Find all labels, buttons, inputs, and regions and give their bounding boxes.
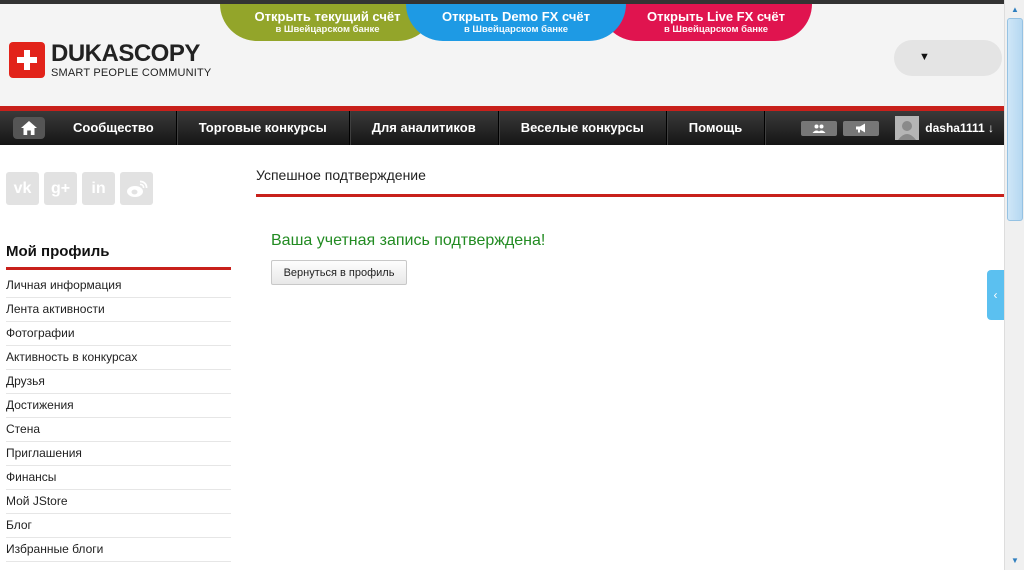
menu-item-contest-activity[interactable]: Активность в конкурсах — [6, 346, 231, 370]
back-to-profile-button[interactable]: Вернуться в профиль — [271, 260, 407, 285]
nav-help[interactable]: Помощь — [667, 111, 766, 145]
logo-name: DUKASCOPY — [51, 40, 200, 67]
friends-icon — [812, 124, 826, 133]
home-button[interactable] — [0, 111, 58, 145]
profile-menu: Личная информация Лента активности Фотог… — [6, 274, 231, 562]
user-avatar[interactable] — [895, 116, 920, 140]
vk-icon[interactable]: vk — [6, 172, 39, 205]
dukascopy-logo[interactable]: DUKASCOPY SMART PEOPLE COMMUNITY — [9, 42, 211, 79]
menu-item-photos[interactable]: Фотографии — [6, 322, 231, 346]
menu-item-blog[interactable]: Блог — [6, 514, 231, 538]
notifications-button[interactable] — [843, 120, 880, 136]
language-select[interactable]: ▼ — [894, 40, 1002, 76]
nav-community[interactable]: Сообщество — [58, 111, 177, 145]
menu-item-jstore[interactable]: Мой JStore — [6, 490, 231, 514]
nav-fun-contests[interactable]: Веселые конкурсы — [499, 111, 667, 145]
chevron-left-icon: ‹ — [993, 288, 998, 302]
social-links: vk g+ in — [6, 172, 158, 205]
menu-item-friends[interactable]: Друзья — [6, 370, 231, 394]
nav-for-analysts[interactable]: Для аналитиков — [350, 111, 499, 145]
google-plus-icon[interactable]: g+ — [44, 172, 77, 205]
menu-item-achievements[interactable]: Достижения — [6, 394, 231, 418]
nav-trading-contests[interactable]: Торговые конкурсы — [177, 111, 350, 145]
scroll-down-icon[interactable]: ▼ — [1007, 552, 1023, 568]
avatar-icon — [895, 116, 920, 140]
page-scrollbar[interactable]: ▲ ▼ — [1004, 0, 1024, 570]
open-current-account-button[interactable]: Открыть текущий счёт в Швейцарском банке — [220, 4, 435, 41]
weibo-icon[interactable] — [120, 172, 153, 205]
linkedin-icon[interactable]: in — [82, 172, 115, 205]
scroll-up-icon[interactable]: ▲ — [1007, 1, 1023, 17]
home-icon — [21, 121, 37, 135]
menu-item-invitations[interactable]: Приглашения — [6, 442, 231, 466]
page-title: Успешное подтверждение — [256, 167, 426, 183]
dropdown-arrow-icon: ▼ — [919, 51, 930, 63]
menu-item-activity-feed[interactable]: Лента активности — [6, 298, 231, 322]
side-panel-toggle[interactable]: ‹ — [987, 270, 1004, 320]
username-menu[interactable]: dasha1111 ↓ — [925, 121, 994, 135]
open-demo-fx-button[interactable]: Открыть Demo FX счёт в Швейцарском банке — [406, 4, 626, 41]
profile-section-title: Мой профиль — [6, 243, 110, 260]
menu-item-wall[interactable]: Стена — [6, 418, 231, 442]
friends-button[interactable] — [801, 120, 838, 136]
scrollbar-thumb[interactable] — [1007, 18, 1023, 221]
menu-item-finances[interactable]: Финансы — [6, 466, 231, 490]
megaphone-icon — [856, 123, 866, 133]
page-title-underline — [256, 194, 1004, 197]
logo-cross-icon — [9, 42, 45, 78]
open-live-fx-button[interactable]: Открыть Live FX счёт в Швейцарском банке — [600, 4, 812, 41]
profile-title-underline — [6, 267, 231, 270]
main-nav: Сообщество Торговые конкурсы Для аналити… — [0, 111, 1004, 145]
menu-item-favorite-blogs[interactable]: Избранные блоги — [6, 538, 231, 562]
logo-tagline: SMART PEOPLE COMMUNITY — [51, 67, 212, 79]
menu-item-personal-info[interactable]: Личная информация — [6, 274, 231, 298]
success-message: Ваша учетная запись подтверждена! — [271, 232, 546, 249]
